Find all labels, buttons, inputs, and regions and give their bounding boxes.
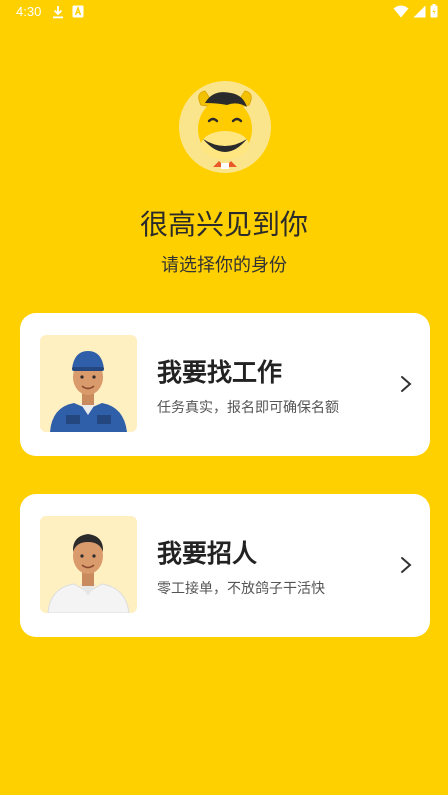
hire-people-title: 我要招人 — [157, 539, 258, 568]
status-system-icons — [393, 4, 438, 18]
hire-people-card[interactable]: 我要招人 零工接单，不放鸽子干活快 — [20, 494, 430, 637]
notification-a-icon — [72, 5, 84, 18]
status-notification-icons — [52, 5, 84, 19]
welcome-subtitle: 请选择你的身份 — [161, 255, 287, 276]
find-job-description: 任务真实，报名即可确保名额 — [157, 400, 339, 416]
mascot-logo — [179, 81, 271, 173]
welcome-title: 很高兴见到你 — [139, 208, 308, 241]
employer-avatar-icon — [47, 534, 130, 613]
employer-photo — [40, 516, 137, 613]
find-job-title: 我要找工作 — [157, 358, 283, 387]
hire-people-description: 零工接单，不放鸽子干活快 — [157, 581, 325, 597]
chevron-right-icon[interactable] — [400, 375, 412, 393]
battery-icon — [430, 4, 438, 18]
wifi-icon — [393, 5, 409, 17]
download-icon — [53, 6, 63, 19]
find-job-card[interactable]: 我要找工作 任务真实，报名即可确保名额 — [20, 313, 430, 456]
identity-selection-screen: 4:30 很高兴见到你 请选择你的身份 我要找工作 任务真实，报名即可确保名额 … — [0, 0, 448, 795]
worker-avatar-icon — [50, 351, 127, 432]
worker-photo — [40, 335, 137, 432]
chevron-right-icon[interactable] — [400, 556, 412, 574]
horse-mascot-icon — [198, 90, 252, 169]
signal-icon — [413, 5, 426, 17]
status-time: 4:30 — [16, 4, 42, 19]
status-bar: 4:30 — [0, 0, 448, 26]
